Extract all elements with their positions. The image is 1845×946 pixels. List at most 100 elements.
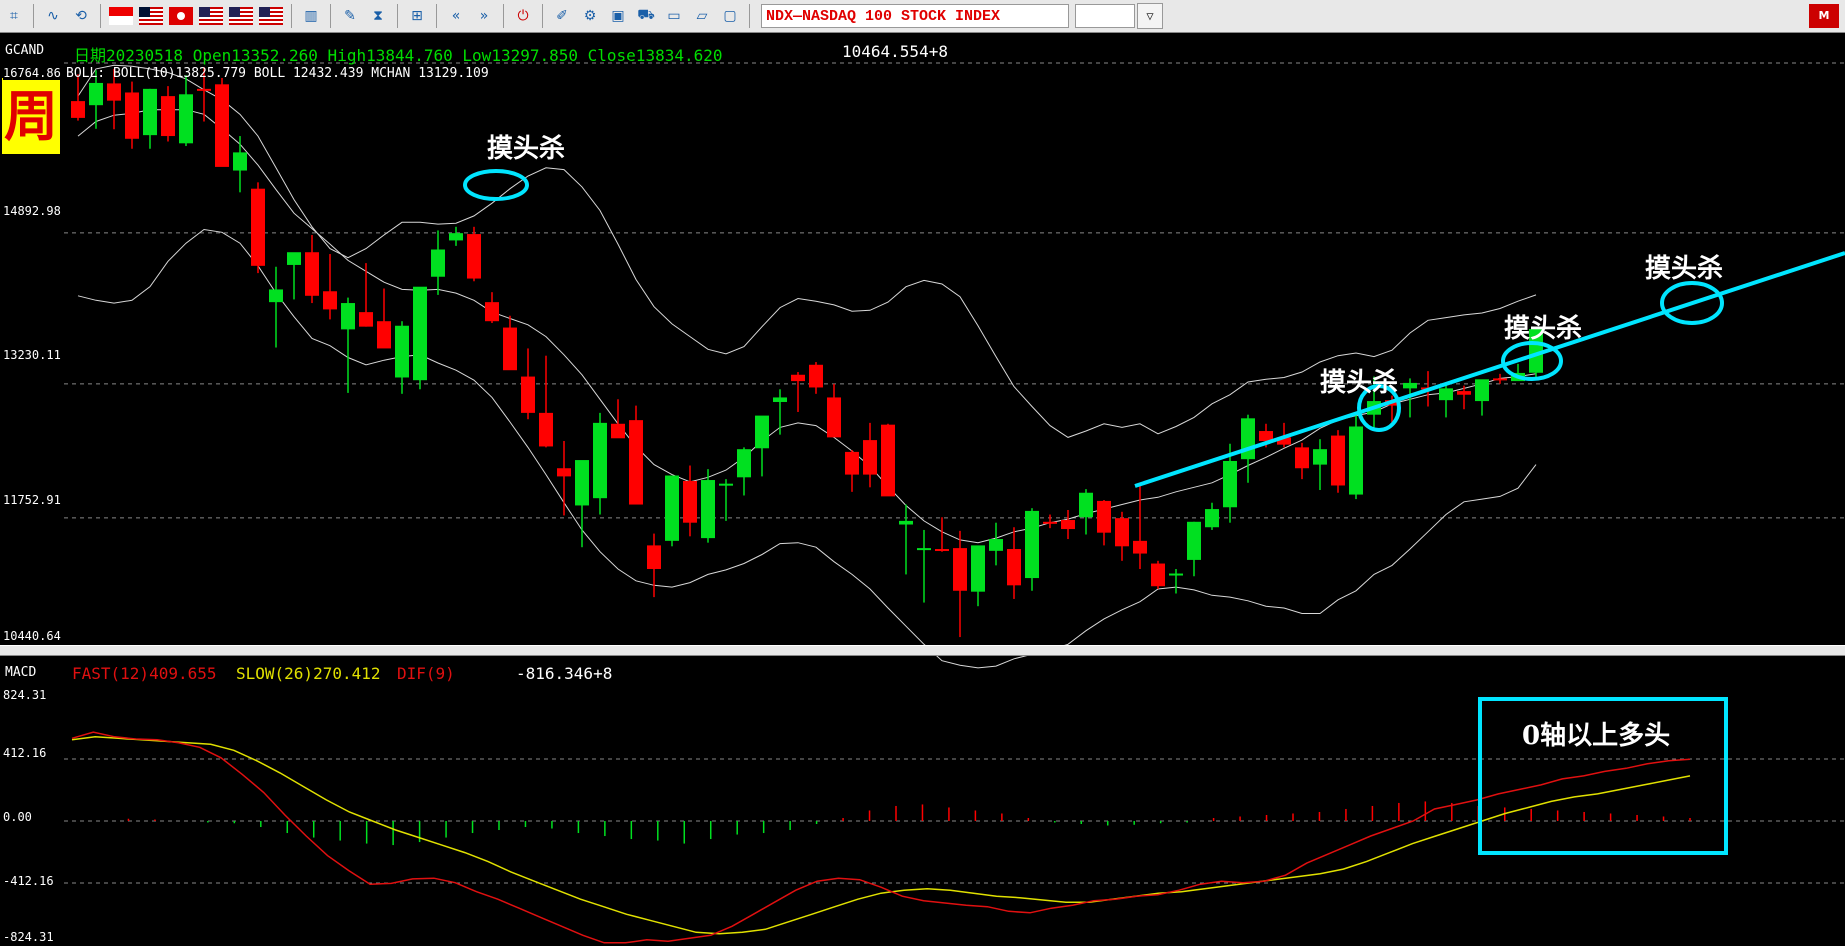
candle-body: [1349, 426, 1363, 495]
macd-axis-label: -412.16: [3, 874, 54, 888]
folder-icon[interactable]: ▭: [662, 4, 686, 28]
candle-body: [881, 424, 895, 497]
candle-body: [1205, 509, 1219, 528]
candle-body: [899, 520, 913, 525]
edit-icon[interactable]: ✎: [338, 4, 362, 28]
candle-body: [431, 249, 445, 277]
candle-body: [1133, 540, 1147, 554]
boll-upper-band: [77, 64, 1537, 438]
boll-mid-band: [77, 109, 1537, 544]
candle-body: [269, 289, 283, 303]
macd-extra-value: -816.346+8: [516, 664, 613, 683]
candle-body: [341, 303, 355, 330]
power-icon[interactable]: ⏻: [511, 4, 535, 28]
candle-body: [1079, 492, 1093, 518]
candle-body: [1187, 521, 1201, 560]
macd-slow: SLOW(26)270.412: [236, 664, 381, 683]
annotation-label: 摸头杀: [1504, 314, 1583, 344]
annotation-label: 摸头杀: [487, 134, 566, 164]
candle-body: [161, 96, 175, 137]
macd-axis-label: 824.31: [3, 688, 47, 702]
candle-body: [755, 415, 769, 449]
boll-lower-band: [77, 228, 1537, 669]
candle-body: [1493, 378, 1507, 381]
week-badge: 周: [2, 78, 60, 154]
monitor-icon[interactable]: ▢: [718, 4, 742, 28]
toolbar-separator: [397, 4, 398, 28]
candle-body: [1475, 379, 1489, 402]
candle-body: [1169, 573, 1183, 576]
annotation-label: 摸头杀: [1645, 254, 1724, 284]
candle-body: [629, 420, 643, 505]
candle-body: [737, 449, 751, 478]
candle-body: [1025, 510, 1039, 579]
bar-chart-icon[interactable]: ▥: [299, 4, 323, 28]
candle-body: [791, 374, 805, 382]
gear-icon[interactable]: ⚙: [578, 4, 602, 28]
highlight-circle: [463, 169, 529, 201]
fast-forward-icon[interactable]: »: [472, 4, 496, 28]
price-axis-label: 11752.91: [3, 493, 61, 507]
hongkong-flag-icon[interactable]: [169, 7, 193, 25]
period-select[interactable]: [1075, 4, 1135, 28]
candle-body: [485, 302, 499, 322]
candle-body: [719, 483, 733, 486]
chevron-down-icon[interactable]: ▽: [1137, 3, 1163, 29]
candle-body: [521, 376, 535, 413]
grid-icon[interactable]: ⌗: [2, 4, 26, 28]
macd-label: MACD: [5, 665, 37, 680]
toolbar-separator: [291, 4, 292, 28]
window-icon[interactable]: ▣: [606, 4, 630, 28]
cart-icon[interactable]: ⛟: [634, 4, 658, 28]
candle-body: [539, 412, 553, 447]
symbol-input[interactable]: NDX—NASDAQ 100 STOCK INDEX: [761, 4, 1069, 28]
network-icon[interactable]: ⊞: [405, 4, 429, 28]
trendline: [1134, 251, 1845, 488]
hourglass-icon[interactable]: ⧗: [366, 4, 390, 28]
candle-body: [503, 327, 517, 371]
candle-body: [89, 82, 103, 106]
toolbar-separator: [33, 4, 34, 28]
panel-divider[interactable]: [0, 645, 1845, 656]
usa-flag-icon[interactable]: [229, 7, 253, 25]
macd-dif: DIF(9): [397, 664, 455, 683]
candle-body: [773, 397, 787, 402]
candle-body: [989, 539, 1003, 551]
candle-body: [1439, 388, 1453, 401]
candle-body: [449, 233, 463, 241]
price-axis-label: 10440.64: [3, 629, 61, 643]
candle-body: [701, 480, 715, 539]
candle-body: [971, 545, 985, 592]
candle-body: [1295, 447, 1309, 469]
candle-body: [377, 321, 391, 349]
macd-annotation: 0轴以上多头: [1522, 721, 1671, 751]
folder-open-icon[interactable]: ▱: [690, 4, 714, 28]
candle-body: [179, 94, 193, 144]
macd-axis-label: 412.16: [3, 746, 47, 760]
chart-canvas: [64, 62, 1845, 944]
symbol-label: GCAND: [5, 43, 45, 58]
candle-body: [611, 423, 625, 439]
price-extra-value: 10464.554+8: [842, 42, 948, 61]
usa-flag-icon[interactable]: [259, 7, 283, 25]
draw-icon[interactable]: ✐: [550, 4, 574, 28]
malaysia-flag-icon[interactable]: [139, 7, 163, 25]
candle-body: [827, 397, 841, 438]
refresh-icon[interactable]: ⟲: [69, 4, 93, 28]
wave-icon[interactable]: ∿: [41, 4, 65, 28]
usa-flag-icon[interactable]: [199, 7, 223, 25]
toolbar-separator: [330, 4, 331, 28]
toolbar-separator: [436, 4, 437, 28]
toolbar-separator: [542, 4, 543, 28]
singapore-flag-icon[interactable]: [109, 7, 133, 25]
rewind-icon[interactable]: «: [444, 4, 468, 28]
candle-body: [1007, 549, 1021, 586]
candle-body: [1061, 519, 1075, 530]
candle-body: [71, 101, 85, 118]
candle-body: [1043, 521, 1057, 524]
candle-body: [467, 234, 481, 279]
brand-logo: M: [1809, 4, 1839, 28]
price-axis-label: 16764.86: [3, 66, 61, 80]
price-axis-label: 14892.98: [3, 204, 61, 218]
candle-body: [683, 480, 697, 523]
